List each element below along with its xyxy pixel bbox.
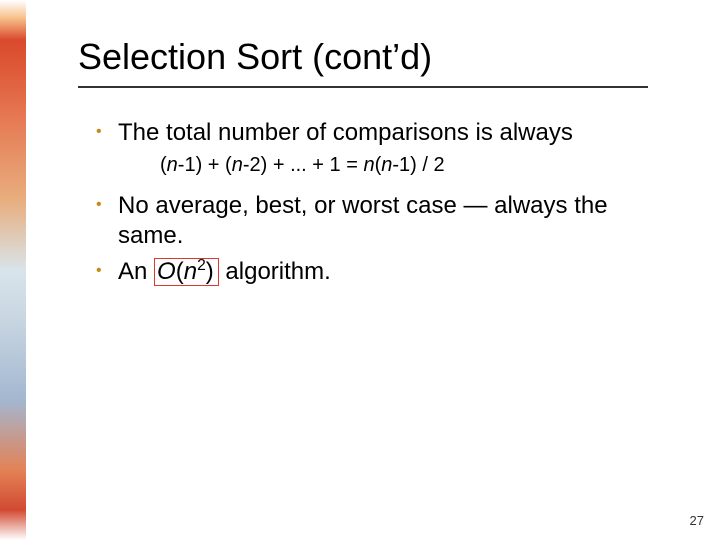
big-o-highlight: O(n2) (154, 258, 219, 286)
formula-n: n (232, 154, 243, 176)
big-o-exp: 2 (197, 257, 206, 274)
slide: Selection Sort (cont’d) • The total numb… (0, 0, 720, 540)
bullet-text-suffix: algorithm. (219, 258, 331, 285)
bullet-icon: • (96, 191, 118, 219)
bullet-text-prefix: An (118, 258, 154, 285)
formula-part: ( (160, 154, 167, 176)
formula-part: -2) + ... + 1 = (243, 154, 364, 176)
slide-body: • The total number of comparisons is alw… (96, 118, 656, 293)
big-o-n: n (184, 258, 197, 285)
bullet-item: • The total number of comparisons is alw… (96, 118, 656, 148)
page-number: 27 (690, 513, 704, 528)
formula-part: -1) / 2 (392, 154, 444, 176)
bullet-text: An O(n2) algorithm. (118, 257, 331, 287)
formula-line: (n-1) + (n-2) + ... + 1 = n(n-1) / 2 (160, 154, 656, 177)
bullet-text: The total number of comparisons is alway… (118, 118, 573, 148)
big-o-open: ( (176, 258, 184, 285)
formula-n: n (167, 154, 178, 176)
formula-n: n (381, 154, 392, 176)
bullet-icon: • (96, 257, 118, 285)
formula-part: -1) + ( (178, 154, 232, 176)
big-o-O: O (157, 258, 176, 285)
bullet-icon: • (96, 118, 118, 146)
bullet-item: • No average, best, or worst case — alwa… (96, 191, 656, 251)
big-o-close: ) (206, 258, 214, 285)
bullet-text: No average, best, or worst case — always… (118, 191, 656, 251)
bullet-item: • An O(n2) algorithm. (96, 257, 656, 287)
slide-title: Selection Sort (cont’d) (78, 36, 432, 78)
formula-n: n (363, 154, 374, 176)
title-underline (78, 86, 648, 88)
